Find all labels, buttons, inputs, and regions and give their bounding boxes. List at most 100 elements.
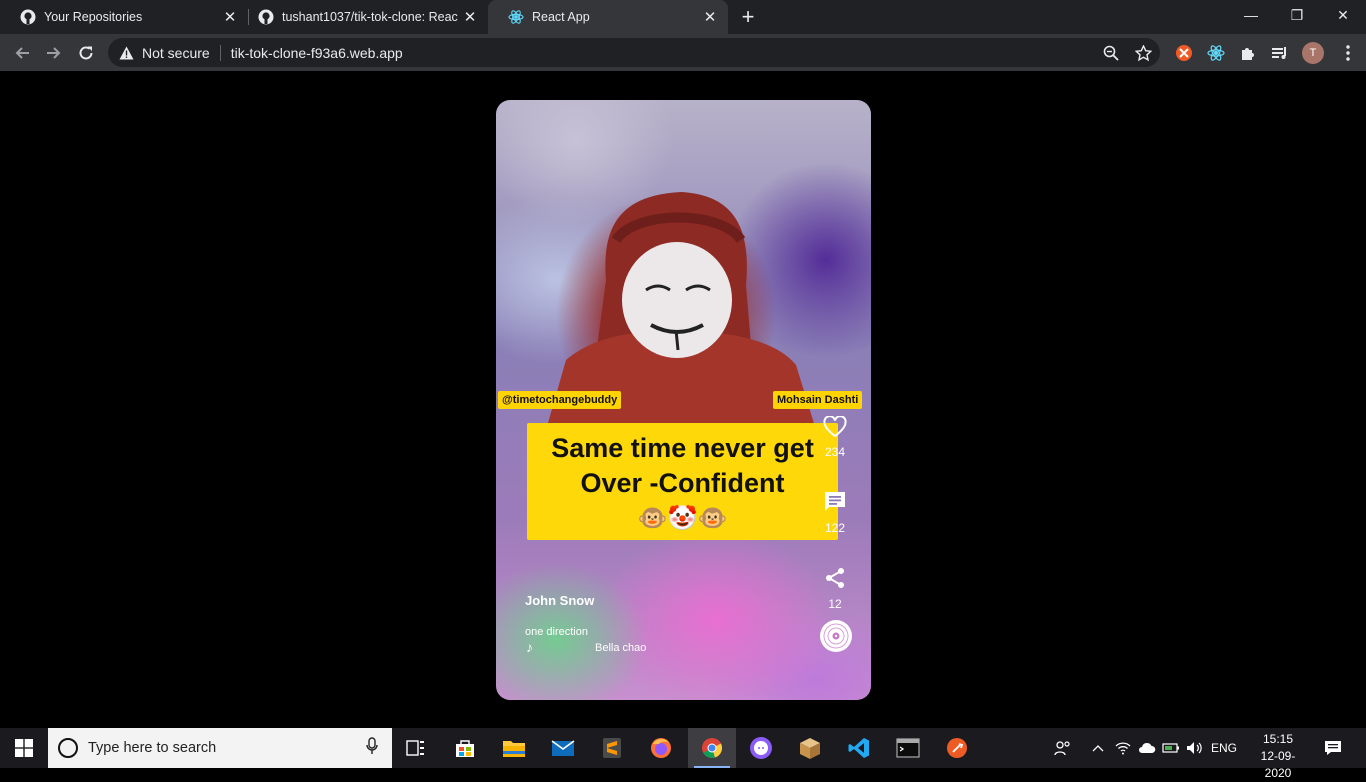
close-tab-icon[interactable]: ✕ [458,5,482,29]
back-button[interactable] [8,39,36,67]
url-text[interactable]: tik-tok-clone-f93a6.web.app [231,45,403,61]
credit-tag: Mohsain Dashti [773,391,863,409]
react-devtools-icon[interactable] [1206,43,1226,63]
channel-tag: @timetochangebuddy [498,391,622,409]
windows-taskbar: Type here to search ENG 15:15 12-09-2020 [0,728,1366,780]
quote-line-1: Same time never get [551,433,814,463]
mail-icon [551,740,575,756]
reload-button[interactable] [72,39,100,67]
cortana-icon [58,738,78,758]
tab-title: React App [532,10,590,24]
omnibox-divider [219,44,221,61]
react-icon [508,9,524,25]
vscode-icon [848,738,869,758]
quote-emoji: 🐵🤡🐵 [637,505,728,532]
minimize-button[interactable]: — [1228,0,1274,30]
folder-icon [503,741,525,757]
action-center-button[interactable] [1318,728,1348,768]
zoom-icon[interactable] [1102,44,1120,62]
extension-orange-icon[interactable] [1174,43,1194,63]
task-view-button[interactable] [392,728,440,768]
comment-icon [825,492,845,511]
postman-icon [947,738,967,758]
comment-count: 122 [824,521,846,535]
notification-icon [1325,741,1341,755]
battery-icon[interactable] [1160,728,1182,768]
vscode-button[interactable] [835,728,883,768]
extensions-puzzle-icon[interactable] [1238,43,1258,63]
wifi-icon[interactable] [1112,728,1134,768]
quote-banner: Same time never get Over -Confident 🐵🤡🐵 [527,423,838,540]
tab-strip: Your Repositories ✕ tushant1037/tik-tok-… [0,0,1366,34]
package-app-button[interactable] [786,728,834,768]
tab-your-repositories[interactable]: Your Repositories ✕ [0,0,248,34]
page-content: @timetochangebuddy Mohsain Dashti Same t… [0,71,1366,728]
github-desktop-icon [750,737,772,759]
share-count: 12 [828,597,842,611]
new-tab-button[interactable]: + [736,4,760,29]
sublime-text-button[interactable] [588,728,636,768]
security-label[interactable]: Not secure [142,45,210,61]
share-icon [826,568,844,588]
github-icon [20,9,36,25]
bookmark-star-icon[interactable] [1134,44,1152,62]
windows-logo-icon [15,739,33,757]
mail-button[interactable] [539,728,587,768]
tab-title: tushant1037/tik-tok-clone: React [282,10,458,24]
spinning-record-icon[interactable] [820,620,852,652]
file-explorer-button[interactable] [490,728,538,768]
task-view-icon [406,740,424,756]
address-bar[interactable]: Not secure tik-tok-clone-f93a6.web.app [108,38,1160,67]
tab-title: Your Repositories [44,10,143,24]
tab-tik-tok-clone-repo[interactable]: tushant1037/tik-tok-clone: React ✕ [238,0,488,34]
clock-date: 12-09-2020 [1260,749,1296,780]
like-count: 234 [824,445,846,459]
package-box-icon [800,738,820,759]
search-placeholder: Type here to search [88,740,217,756]
chrome-taskbar-button[interactable] [688,728,736,768]
terminal-button[interactable] [884,728,932,768]
profile-avatar[interactable]: T [1302,42,1324,64]
video-description: one direction [525,626,588,638]
chrome-menu-icon[interactable] [1338,43,1358,63]
video-player[interactable]: @timetochangebuddy Mohsain Dashti Same t… [496,100,871,700]
like-button[interactable]: 234 [818,415,852,459]
onedrive-cloud-icon[interactable] [1136,728,1158,768]
comment-button[interactable]: 122 [818,490,852,535]
github-icon [258,9,274,25]
clock-time: 15:15 [1262,732,1294,746]
share-button[interactable]: 12 [818,566,852,611]
github-desktop-button[interactable] [737,728,785,768]
reload-icon [79,46,93,60]
forward-button[interactable] [40,39,68,67]
store-button[interactable] [441,728,489,768]
heart-icon [823,415,847,438]
postman-button[interactable] [933,728,981,768]
firefox-button[interactable] [637,728,685,768]
chrome-icon [702,738,723,758]
music-note-icon: ♪ [526,639,533,655]
people-icon[interactable] [1050,728,1076,768]
microphone-icon[interactable] [366,736,378,760]
browser-toolbar: Not secure tik-tok-clone-f93a6.web.app T [0,34,1366,71]
close-window-button[interactable]: ✕ [1320,0,1366,30]
back-arrow-icon [15,47,29,59]
quote-line-2: Over -Confident [580,468,785,498]
language-indicator[interactable]: ENG [1208,728,1240,768]
masked-person-image [546,192,816,430]
sublime-text-icon [603,738,621,758]
warning-triangle-icon[interactable] [118,46,134,60]
start-button[interactable] [0,728,48,768]
tab-react-app[interactable]: React App ✕ [488,0,728,34]
volume-speaker-icon[interactable] [1184,728,1206,768]
media-control-icon[interactable] [1270,43,1290,63]
taskbar-search-box[interactable]: Type here to search [48,728,392,768]
system-clock[interactable]: 15:15 12-09-2020 [1250,731,1306,782]
restore-button[interactable]: ❐ [1274,0,1320,30]
show-hidden-icons-chevron-icon[interactable] [1088,728,1108,768]
song-ticker: Bella chao [595,642,647,654]
video-username[interactable]: John Snow [525,593,594,608]
forward-arrow-icon [47,47,61,59]
close-tab-icon[interactable]: ✕ [698,5,722,29]
terminal-icon [896,738,920,758]
